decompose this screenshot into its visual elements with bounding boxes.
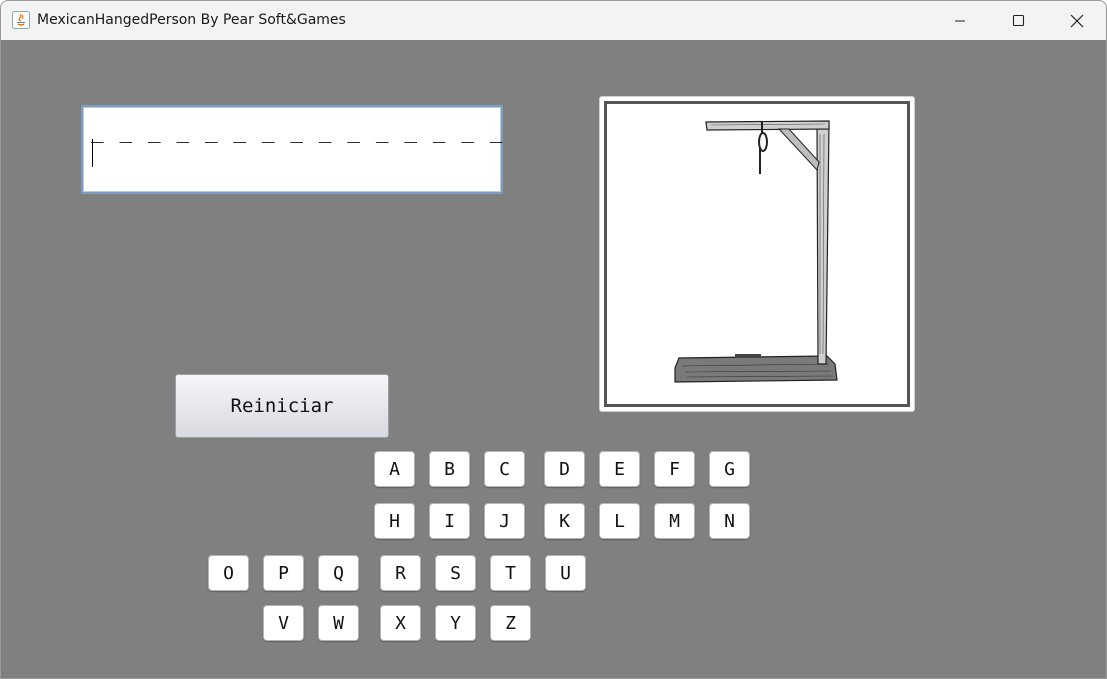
key-u[interactable]: U <box>545 555 586 591</box>
key-x[interactable]: X <box>380 605 421 641</box>
key-e[interactable]: E <box>599 451 640 487</box>
hidden-word: _ _ _ _ _ _ _ _ _ _ _ _ _ _ _ <box>91 119 505 143</box>
java-app-icon <box>12 11 30 29</box>
key-n[interactable]: N <box>709 503 750 539</box>
key-i[interactable]: I <box>429 503 470 539</box>
key-m[interactable]: M <box>654 503 695 539</box>
close-icon <box>1070 14 1084 27</box>
key-z[interactable]: Z <box>490 605 531 641</box>
minimize-button[interactable] <box>931 1 989 40</box>
window-title: MexicanHangedPerson By Pear Soft&Games <box>37 12 346 28</box>
title-bar[interactable]: MexicanHangedPerson By Pear Soft&Games <box>1 1 1106 40</box>
key-l[interactable]: L <box>599 503 640 539</box>
minimize-icon <box>955 20 965 21</box>
key-y[interactable]: Y <box>435 605 476 641</box>
game-panel: _ _ _ _ _ _ _ _ _ _ _ _ _ _ _ Reiniciar … <box>1 40 1106 678</box>
key-a[interactable]: A <box>374 451 415 487</box>
hangman-image-frame <box>599 96 915 412</box>
hangman-image <box>604 101 910 407</box>
key-h[interactable]: H <box>374 503 415 539</box>
maximize-button[interactable] <box>989 1 1047 40</box>
key-k[interactable]: K <box>544 503 585 539</box>
key-b[interactable]: B <box>429 451 470 487</box>
text-caret <box>92 139 93 167</box>
key-t[interactable]: T <box>490 555 531 591</box>
maximize-icon <box>1012 14 1024 27</box>
close-button[interactable] <box>1048 1 1106 40</box>
key-o[interactable]: O <box>208 555 249 591</box>
key-j[interactable]: J <box>484 503 525 539</box>
key-q[interactable]: Q <box>318 555 359 591</box>
app-window: MexicanHangedPerson By Pear Soft&Games _… <box>0 0 1107 679</box>
reset-button[interactable]: Reiniciar <box>175 374 389 438</box>
key-r[interactable]: R <box>380 555 421 591</box>
gallows-drawing <box>674 120 838 383</box>
key-p[interactable]: P <box>263 555 304 591</box>
key-d[interactable]: D <box>544 451 585 487</box>
key-v[interactable]: V <box>263 605 304 641</box>
key-w[interactable]: W <box>318 605 359 641</box>
key-c[interactable]: C <box>484 451 525 487</box>
word-text-area[interactable]: _ _ _ _ _ _ _ _ _ _ _ _ _ _ _ <box>81 105 503 194</box>
key-f[interactable]: F <box>654 451 695 487</box>
key-g[interactable]: G <box>709 451 750 487</box>
key-s[interactable]: S <box>435 555 476 591</box>
